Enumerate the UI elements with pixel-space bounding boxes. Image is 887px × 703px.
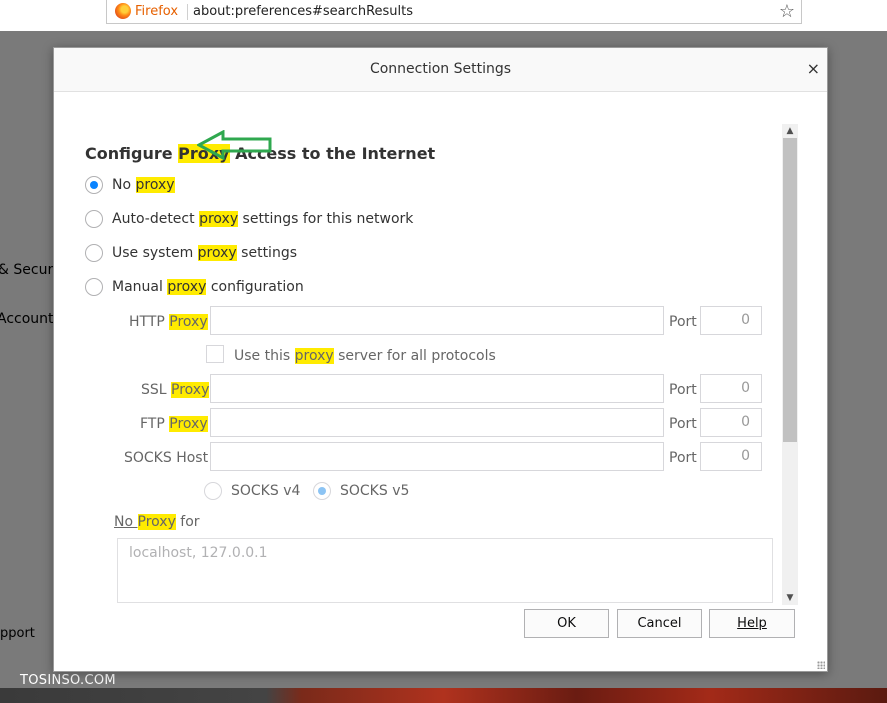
ok-button[interactable]: OK [524, 609, 609, 638]
radio-label: Manual proxy configuration [112, 279, 304, 295]
ssl-port-input[interactable]: 0 [700, 374, 762, 403]
radio-socks-v5[interactable]: SOCKS v5 [313, 482, 409, 502]
identity-label: Firefox [135, 4, 179, 19]
scroll-up-icon[interactable]: ▲ [782, 124, 798, 138]
ssl-proxy-input[interactable] [210, 374, 664, 403]
desktop-wallpaper-strip [0, 688, 887, 703]
use-all-protocols-label: Use this proxy server for all protocols [234, 348, 496, 364]
no-proxy-textarea[interactable]: localhost, 127.0.0.1 [117, 538, 773, 603]
bookmark-star-icon[interactable]: ☆ [779, 1, 795, 22]
http-proxy-input[interactable] [210, 306, 664, 335]
ftp-port-input[interactable]: 0 [700, 408, 762, 437]
radio-label: Use system proxy settings [112, 245, 297, 261]
dialog-titlebar: Connection Settings × [54, 48, 827, 92]
radio-socks-v4[interactable]: SOCKS v4 [204, 482, 300, 502]
radio-button[interactable] [204, 482, 222, 500]
sidebar-fragment-security[interactable]: & Secur [0, 262, 53, 278]
heading-text-pre: Configure [85, 144, 179, 163]
http-port-input[interactable]: 0 [700, 306, 762, 335]
radio-label: SOCKS v5 [340, 483, 410, 499]
radio-label: SOCKS v4 [231, 483, 301, 499]
radio-label: Auto-detect proxy settings for this netw… [112, 211, 414, 227]
sidebar-fragment-support[interactable]: pport [0, 626, 35, 641]
ssl-port-label: Port [669, 382, 697, 398]
no-proxy-for-label: No Proxy for [114, 514, 200, 530]
ftp-proxy-label: FTP Proxy [140, 416, 208, 432]
scroll-thumb[interactable] [783, 138, 797, 442]
url-separator [187, 4, 188, 20]
dialog-content: Configure Proxy Access to the Internet N… [54, 92, 827, 672]
url-text[interactable]: about:preferences#searchResults [193, 4, 413, 19]
http-port-label: Port [669, 314, 697, 330]
scroll-down-icon[interactable]: ▼ [782, 591, 798, 605]
radio-manual-proxy[interactable]: Manual proxy configuration [85, 278, 304, 298]
dialog-scrollbar[interactable]: ▲ ▼ [782, 124, 798, 605]
radio-button[interactable] [85, 210, 103, 228]
socks-host-input[interactable] [210, 442, 664, 471]
radio-system-proxy[interactable]: Use system proxy settings [85, 244, 297, 264]
radio-button[interactable] [313, 482, 331, 500]
radio-label: No proxy [112, 177, 175, 193]
radio-button[interactable] [85, 244, 103, 262]
use-all-protocols-checkbox[interactable] [206, 345, 224, 363]
dialog-title: Connection Settings [369, 61, 512, 77]
resize-grip-icon[interactable] [817, 661, 825, 669]
help-button[interactable]: Help [709, 609, 795, 638]
radio-auto-detect[interactable]: Auto-detect proxy settings for this netw… [85, 210, 413, 230]
ssl-proxy-label: SSL Proxy [141, 382, 210, 398]
radio-no-proxy[interactable]: No proxy [85, 176, 175, 196]
http-proxy-label: HTTP Proxy [129, 314, 208, 330]
browser-toolbar: Firefox about:preferences#searchResults … [0, 0, 887, 31]
socks-port-input[interactable]: 0 [700, 442, 762, 471]
ftp-port-label: Port [669, 416, 697, 432]
connection-settings-dialog: Connection Settings × Configure Proxy Ac… [53, 47, 828, 672]
watermark: TOSINSO.COM [20, 673, 116, 688]
sidebar-fragment-account[interactable]: Account [0, 311, 54, 327]
socks-host-label: SOCKS Host [124, 450, 209, 466]
radio-button[interactable] [85, 278, 103, 296]
socks-port-label: Port [669, 450, 697, 466]
annotation-arrow-icon [197, 130, 272, 160]
ftp-proxy-input[interactable] [210, 408, 664, 437]
close-icon[interactable]: × [807, 59, 820, 78]
url-bar[interactable]: Firefox about:preferences#searchResults … [106, 0, 802, 24]
cancel-button[interactable]: Cancel [617, 609, 702, 638]
radio-button[interactable] [85, 176, 103, 194]
firefox-logo-icon [115, 3, 131, 19]
